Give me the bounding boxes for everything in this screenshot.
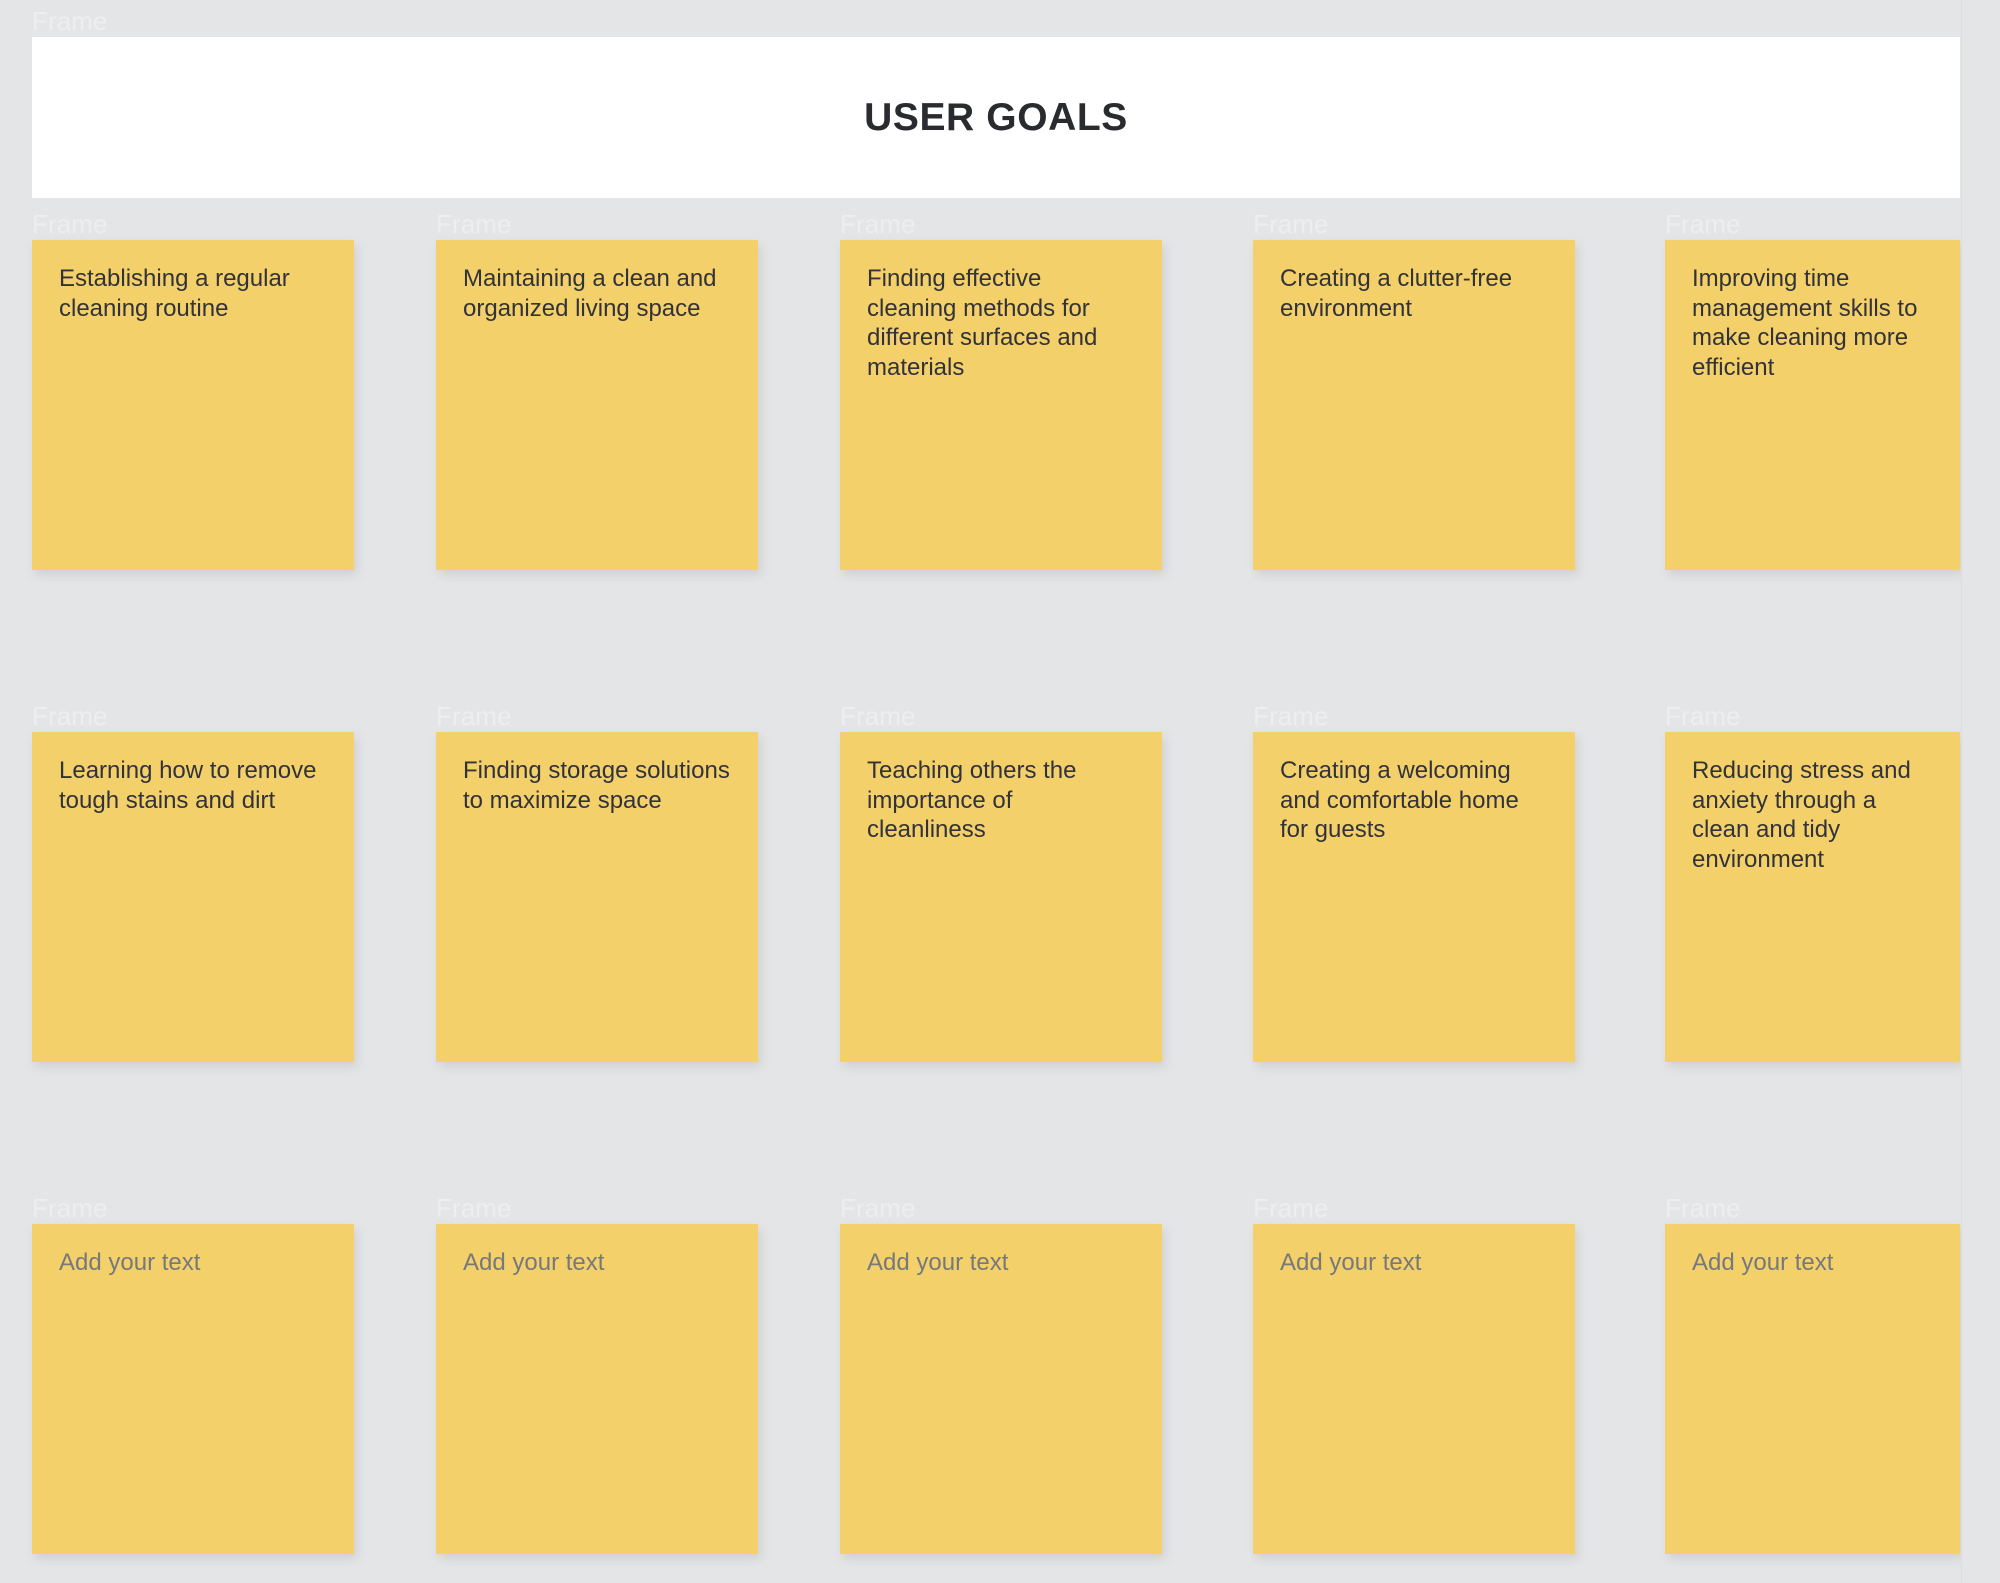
sticky-note-text[interactable]: Improving time management skills to make…: [1692, 264, 1933, 382]
frame-label[interactable]: Frame: [32, 8, 108, 34]
frame-label[interactable]: Frame: [32, 211, 108, 237]
sticky-note[interactable]: Add your text: [32, 1224, 354, 1554]
frame-label[interactable]: Frame: [840, 703, 916, 729]
sticky-note[interactable]: Teaching others the importance of cleanl…: [840, 732, 1162, 1062]
frame-label[interactable]: Frame: [436, 1195, 512, 1221]
sticky-note[interactable]: Improving time management skills to make…: [1665, 240, 1960, 570]
sticky-note-placeholder[interactable]: Add your text: [1692, 1248, 1933, 1278]
sticky-note-text[interactable]: Reducing stress and anxiety through a cl…: [1692, 756, 1933, 874]
frame-label[interactable]: Frame: [1253, 1195, 1329, 1221]
sticky-note-text[interactable]: Teaching others the importance of cleanl…: [867, 756, 1135, 845]
sticky-note[interactable]: Add your text: [1253, 1224, 1575, 1554]
sticky-note-text[interactable]: Maintaining a clean and organized living…: [463, 264, 731, 323]
sticky-note[interactable]: Add your text: [436, 1224, 758, 1554]
sticky-note-text[interactable]: Creating a welcoming and comfortable hom…: [1280, 756, 1548, 845]
frame-label[interactable]: Frame: [32, 1195, 108, 1221]
sticky-note-text[interactable]: Establishing a regular cleaning routine: [59, 264, 327, 323]
sticky-note[interactable]: Add your text: [1665, 1224, 1960, 1554]
frame-label[interactable]: Frame: [840, 1195, 916, 1221]
frame-label[interactable]: Frame: [436, 703, 512, 729]
sticky-note-placeholder[interactable]: Add your text: [59, 1248, 327, 1278]
sticky-note[interactable]: Finding storage solutions to maximize sp…: [436, 732, 758, 1062]
sticky-note[interactable]: Establishing a regular cleaning routine: [32, 240, 354, 570]
frame-label[interactable]: Frame: [32, 703, 108, 729]
frame-label[interactable]: Frame: [1665, 703, 1741, 729]
frame-label[interactable]: Frame: [1253, 703, 1329, 729]
sticky-note-text[interactable]: Creating a clutter-free environment: [1280, 264, 1548, 323]
sticky-note[interactable]: Add your text: [840, 1224, 1162, 1554]
frame-label[interactable]: Frame: [1253, 211, 1329, 237]
sticky-note-text[interactable]: Learning how to remove tough stains and …: [59, 756, 327, 815]
title-frame-body[interactable]: USER GOALS: [32, 37, 1960, 198]
sticky-note[interactable]: Learning how to remove tough stains and …: [32, 732, 354, 1062]
frame-label[interactable]: Frame: [436, 211, 512, 237]
frame-label[interactable]: Frame: [1665, 211, 1741, 237]
sticky-note-placeholder[interactable]: Add your text: [1280, 1248, 1548, 1278]
sticky-note[interactable]: Creating a welcoming and comfortable hom…: [1253, 732, 1575, 1062]
frame-label[interactable]: Frame: [1665, 1195, 1741, 1221]
sticky-note-text[interactable]: Finding effective cleaning methods for d…: [867, 264, 1135, 382]
canvas-right-gutter: [1961, 0, 2000, 1583]
sticky-note-placeholder[interactable]: Add your text: [463, 1248, 731, 1278]
whiteboard-canvas[interactable]: Frame USER GOALS Frame Establishing a reg…: [0, 0, 2000, 1583]
sticky-note[interactable]: Creating a clutter-free environment: [1253, 240, 1575, 570]
sticky-note[interactable]: Finding effective cleaning methods for d…: [840, 240, 1162, 570]
page-title: USER GOALS: [864, 96, 1128, 140]
sticky-note-placeholder[interactable]: Add your text: [867, 1248, 1135, 1278]
frame-label[interactable]: Frame: [840, 211, 916, 237]
sticky-note[interactable]: Maintaining a clean and organized living…: [436, 240, 758, 570]
sticky-note-text[interactable]: Finding storage solutions to maximize sp…: [463, 756, 731, 815]
sticky-note[interactable]: Reducing stress and anxiety through a cl…: [1665, 732, 1960, 1062]
